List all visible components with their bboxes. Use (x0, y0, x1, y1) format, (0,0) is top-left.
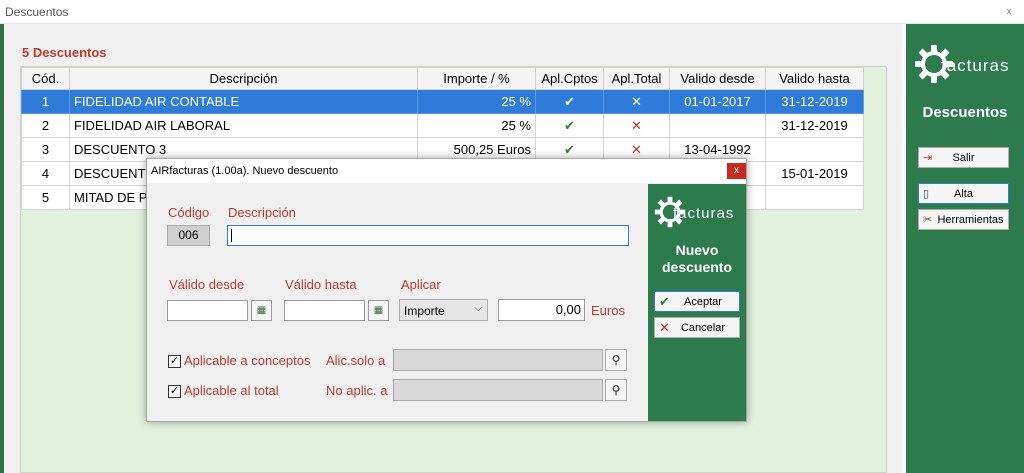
sidebar-title: Descuentos (922, 104, 1008, 121)
cell-descripcion: FIDELIDAD AIR LABORAL (69, 113, 418, 138)
cell-valido-hasta: 31-12-2019 (765, 113, 864, 138)
cancelar-button[interactable]: ✕ Cancelar (654, 317, 740, 338)
cell-valido-desde: 01-01-2017 (669, 89, 766, 114)
col-header-valido-hasta[interactable]: Valido hasta (765, 67, 864, 90)
aplicar-selected-value: Importe (404, 304, 445, 318)
window-titlebar: Descuentos x (0, 0, 1024, 24)
amount-input[interactable]: 0,00 (498, 299, 585, 321)
cell-cod: 5 (21, 185, 70, 210)
dialog-close-icon[interactable]: x (727, 163, 746, 179)
valido-desde-input[interactable] (167, 300, 248, 321)
euros-label: Euros (591, 303, 625, 318)
dialog-logo-text: facturas (673, 205, 735, 222)
cancelar-button-label: Cancelar (680, 322, 726, 334)
dialog-title: AIRfacturas (1.00a). Nuevo descuento (151, 165, 339, 177)
text-caret (231, 229, 232, 242)
col-header-descripcion[interactable]: Descripción (69, 67, 418, 90)
new-discount-dialog: AIRfacturas (1.00a). Nuevo descuento x C… (146, 158, 747, 422)
check-icon: ✔ (535, 89, 604, 114)
app-logo: facturas (914, 44, 1024, 88)
cell-valido-desde (669, 113, 766, 138)
aplicar-select[interactable]: Importe ⌵ (399, 299, 488, 321)
cell-cod: 1 (21, 89, 70, 114)
alta-button[interactable]: ▯ Alta (918, 183, 1009, 204)
calendar-icon[interactable]: ▦ (251, 300, 272, 321)
window-close-icon[interactable]: x (1002, 4, 1016, 18)
aceptar-button-label: Aceptar (684, 296, 722, 308)
dialog-side-panel: facturas Nuevo descuento ✔ Aceptar ✕ Can… (648, 184, 746, 421)
col-header-cod[interactable]: Cód. (21, 67, 70, 90)
check-icon: ✔ (535, 113, 604, 138)
table-header-row: Cód. Descripción Importe / % Apl.Cptos A… (21, 67, 864, 90)
dialog-panel-title-line1: Nuevo (675, 242, 719, 258)
col-header-valido-desde[interactable]: Valido desde (669, 67, 766, 90)
no-aplic-field (393, 379, 603, 401)
dialog-panel-title-line2: descuento (661, 259, 732, 275)
dialog-logo: facturas (654, 196, 746, 232)
valido-hasta-label: Válido hasta (285, 277, 357, 292)
cell-cod: 2 (21, 113, 70, 138)
cross-icon: ✕ (603, 89, 670, 114)
dialog-panel-title: Nuevo descuento (648, 242, 746, 276)
alic-solo-field (393, 349, 603, 371)
aplicable-conceptos-label: Aplicable a conceptos (184, 353, 311, 368)
right-sidebar: facturas Descuentos ⇥ Salir ▯ Alta ✂ Her… (906, 24, 1024, 473)
cell-importe: 25 % (417, 113, 536, 138)
salir-button[interactable]: ⇥ Salir (918, 147, 1009, 168)
aplicable-total-checkbox[interactable]: ✓ (168, 385, 181, 398)
search-icon[interactable]: ⚲ (605, 349, 627, 371)
aplicar-label: Aplicar (401, 277, 441, 292)
aplicable-total-label: Aplicable al total (184, 383, 279, 398)
table-row[interactable]: 2 FIDELIDAD AIR LABORAL 25 % ✔ ✕ 31-12-2… (21, 113, 864, 138)
descripcion-label: Descripción (228, 205, 296, 220)
no-aplic-label: No aplic. a (326, 383, 388, 398)
cell-valido-hasta: 15-01-2019 (765, 161, 864, 186)
cell-cod: 4 (21, 161, 70, 186)
cell-valido-hasta: 31-12-2019 (765, 89, 864, 114)
descripcion-input[interactable] (227, 225, 629, 246)
herramientas-button-label: Herramientas (937, 214, 1004, 226)
aceptar-button[interactable]: ✔ Aceptar (654, 291, 740, 312)
calendar-icon[interactable]: ▦ (368, 300, 389, 321)
cell-cod: 3 (21, 137, 70, 162)
alta-button-label: Alta (954, 188, 973, 200)
cell-valido-hasta (765, 185, 864, 210)
col-header-apl-cptos[interactable]: Apl.Cptos (535, 67, 604, 90)
valido-hasta-input[interactable] (284, 300, 365, 321)
window-title: Descuentos (5, 5, 69, 19)
cross-icon: ✕ (603, 113, 670, 138)
codigo-field: 006 (167, 225, 210, 246)
logo-text: facturas (941, 56, 1010, 75)
table-row[interactable]: 1 FIDELIDAD AIR CONTABLE 25 % ✔ ✕ 01-01-… (21, 89, 864, 114)
search-icon[interactable]: ⚲ (605, 379, 627, 401)
valido-desde-label: Válido desde (169, 277, 245, 292)
herramientas-button[interactable]: ✂ Herramientas (918, 209, 1009, 230)
dialog-titlebar: AIRfacturas (1.00a). Nuevo descuento x (147, 159, 746, 183)
discount-count-label: 5 Descuentos (22, 45, 107, 60)
aplicable-conceptos-checkbox[interactable]: ✓ (168, 355, 181, 368)
codigo-label: Código (168, 205, 210, 220)
col-header-apl-total[interactable]: Apl.Total (603, 67, 670, 90)
cell-descripcion: FIDELIDAD AIR CONTABLE (69, 89, 418, 114)
cell-valido-hasta (765, 137, 864, 162)
alic-solo-label: Alic.solo a (326, 353, 386, 368)
chevron-down-icon: ⌵ (474, 303, 482, 314)
col-header-importe[interactable]: Importe / % (417, 67, 536, 90)
salir-button-label: Salir (952, 152, 975, 164)
cell-importe: 25 % (417, 89, 536, 114)
